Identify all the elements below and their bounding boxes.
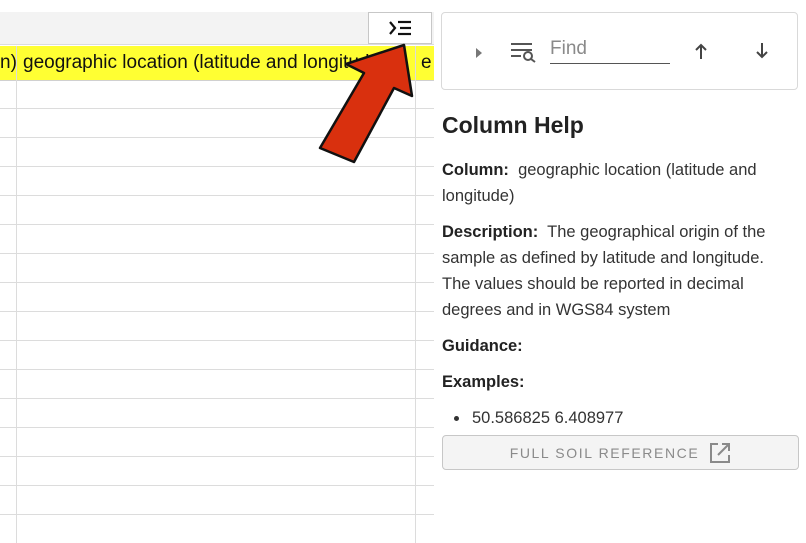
column-label: Column: [442,161,509,179]
row-divider [0,485,434,486]
guidance-label: Guidance: [442,337,523,355]
row-divider [0,282,434,283]
full-reference-label: FULL SOIL REFERENCE [509,444,700,461]
play-arrow-icon[interactable] [474,46,484,60]
row-divider [0,456,434,457]
column-info: Column: geographic location (latitude an… [442,157,794,209]
row-divider [0,398,434,399]
description-label: Description: [442,223,539,241]
row-divider [0,195,434,196]
row-divider [0,369,434,370]
arrow-down-icon [756,43,768,59]
column-divider [16,46,17,543]
description-info: Description: The geographical origin of … [442,219,794,323]
next-match-button[interactable] [748,37,776,65]
row-divider [0,340,434,341]
open-in-new-icon [709,442,731,464]
column-help-title: Column Help [442,112,584,138]
row-divider [0,514,434,515]
column-help-body: Column: geographic location (latitude an… [442,157,794,431]
row-divider [0,253,434,254]
annotation-arrow [318,43,414,164]
arrow-up-icon [695,43,707,59]
collapse-panel-icon [389,20,411,36]
examples-label: Examples: [442,373,525,391]
row-divider [0,311,434,312]
filter-search-icon [511,43,536,63]
row-divider [0,224,434,225]
examples-list: 50.586825 6.408977 [442,405,794,431]
previous-match-button[interactable] [687,37,715,65]
full-reference-button[interactable]: FULL SOIL REFERENCE [442,435,799,470]
column-header-cell-previous[interactable]: n) [0,46,16,80]
find-input[interactable] [550,35,670,64]
row-divider [0,427,434,428]
find-bar [441,12,798,90]
example-item: 50.586825 6.408977 [442,405,794,431]
